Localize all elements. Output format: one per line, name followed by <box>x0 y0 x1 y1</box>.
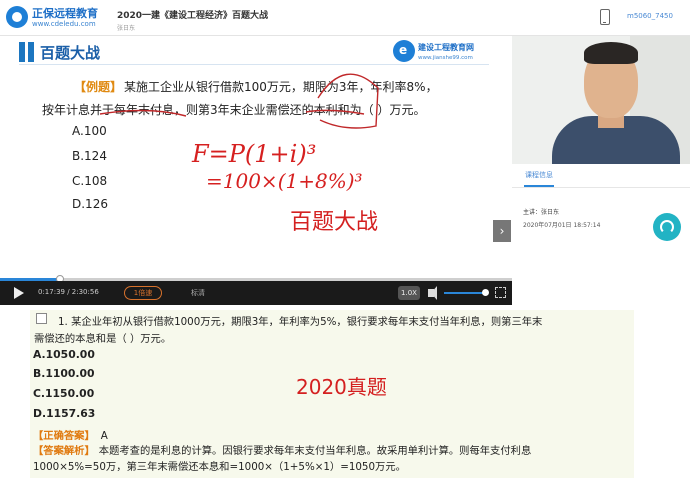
tab-course-info[interactable]: 课程信息 <box>525 170 553 180</box>
analysis-row: 【答案解析】 本题考查的是利息的计算。因银行要求每年末支付当年利息。故采用单利计算… <box>33 442 531 457</box>
slide-question-line2: 按年计息并于每年末付息，则第3年末企业需偿还的本利和为（ ）万元。 <box>42 103 426 117</box>
brand-logo-icon <box>6 6 28 28</box>
volume-slider-handle[interactable] <box>481 289 489 296</box>
customer-service-button[interactable] <box>653 213 681 241</box>
tab-active-indicator <box>524 185 554 187</box>
question-section: 1. 某企业年初从银行借款1000万元，期限3年，年利率为5%，银行要求每年末支… <box>0 305 690 483</box>
slide-question-line1: 某施工企业从银行借款100万元，期限为3年，年利率8%， <box>124 80 438 94</box>
slide-option-b: B.124 <box>72 149 107 163</box>
video-control-bar: 0:17:39 / 2:30:56 1倍速 标清 1.0X <box>0 281 512 305</box>
play-icon[interactable] <box>14 287 24 299</box>
course-info-panel: 主讲：张日东 2020年07月01日 18:57:14 <box>512 188 690 305</box>
course-info-tab-bar: 课程信息 <box>512 164 690 188</box>
time-readout: 0:17:39 / 2:30:56 <box>38 288 99 296</box>
teacher-camera <box>512 36 690 164</box>
question-checkbox[interactable] <box>36 313 47 324</box>
course-title: 2020一建《建设工程经济》百题大战 <box>117 11 269 21</box>
analysis-text-line1: 本题考查的是利息的计算。因银行要求每年末支付当年利息。故采用单利计算。则每年支付… <box>98 445 532 457</box>
question-watermark: 2020真题 <box>296 375 387 399</box>
volume-icon[interactable] <box>428 286 437 300</box>
course-teacher: 张日东 <box>117 25 136 32</box>
camera-teacher-hair <box>584 42 638 64</box>
playback-rate-button[interactable]: 1.0X <box>398 286 420 300</box>
quality-button[interactable]: 标清 <box>191 288 205 298</box>
heading-divider <box>19 64 489 65</box>
brand-url: www.cdeledu.com <box>32 20 96 28</box>
analysis-text-line2: 1000×5%=50万，第三年末需偿还本息和=1000×（1+5%×1）=105… <box>33 461 406 473</box>
mobile-phone-icon[interactable] <box>600 9 610 25</box>
top-bar: 正保远程教育 www.cdeledu.com 2020一建《建设工程经济》百题大… <box>0 0 690 36</box>
slide-option-a: A.100 <box>72 124 107 138</box>
slide-logo-url: www.jianshe99.com <box>418 55 473 61</box>
correct-answer-value: A <box>100 430 108 442</box>
volume-slider[interactable] <box>444 289 489 296</box>
slide-watermark: 百题大战 <box>290 210 379 235</box>
formula-line2: =100×(1+8%)³ <box>206 169 363 193</box>
slide-heading: 百题大战 <box>40 44 101 62</box>
slide-option-d: D.126 <box>72 197 108 211</box>
question-text-line2: 需偿还的本息和是（ ）万元。 <box>34 333 172 345</box>
heading-accent-bar <box>28 42 34 62</box>
lecture-slide: 百题大战 建设工程教育网 www.jianshe99.com 【例题】 某施工企… <box>0 36 512 278</box>
correct-answer-row: 【正确答案】 A <box>33 427 108 442</box>
question-option-c[interactable]: C.1150.00 <box>33 387 94 400</box>
headset-icon <box>660 220 674 234</box>
correct-answer-label: 【正确答案】 <box>33 430 95 442</box>
volume-slider-fill <box>444 292 486 294</box>
slide-logo-name: 建设工程教育网 <box>418 43 474 52</box>
formula-line1: F=P(1+i)³ <box>191 140 316 168</box>
speed-button[interactable]: 1倍速 <box>124 286 162 300</box>
question-option-b[interactable]: B.1100.00 <box>33 367 95 380</box>
brand-name: 正保远程教育 <box>32 7 98 20</box>
slide-logo-icon <box>393 40 415 62</box>
teacher-name: 主讲：张日东 <box>523 209 560 216</box>
question-text-line1: 1. 某企业年初从银行借款1000万元，期限3年，年利率为5%，银行要求每年末支… <box>58 316 543 328</box>
analysis-label: 【答案解析】 <box>33 445 95 457</box>
fullscreen-icon[interactable] <box>495 287 506 298</box>
question-option-d[interactable]: D.1157.63 <box>33 407 95 420</box>
user-id[interactable]: m5060_7450 <box>627 12 673 20</box>
next-slide-arrow[interactable]: › <box>493 220 511 242</box>
question-tag: 【例题】 <box>74 80 123 94</box>
heading-accent-bar <box>19 42 25 62</box>
lecture-date: 2020年07月01日 18:57:14 <box>523 222 601 229</box>
slide-option-c: C.108 <box>72 174 108 188</box>
question-option-a[interactable]: A.1050.00 <box>33 348 95 361</box>
